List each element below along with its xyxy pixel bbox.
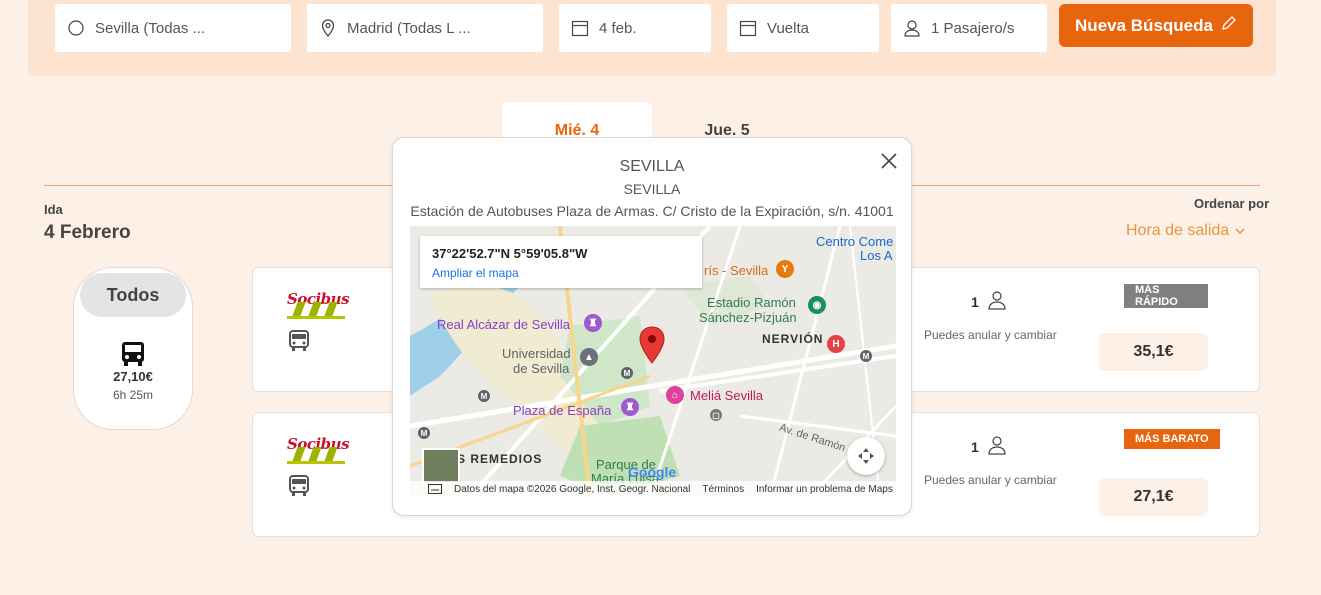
passengers-field[interactable]: 1 Pasajero/s xyxy=(891,4,1047,52)
landmark-icon[interactable]: ♜ xyxy=(621,398,639,416)
landmark-icon[interactable]: ♜ xyxy=(584,314,602,332)
filter-all-button[interactable]: Todos xyxy=(80,273,186,317)
chevron-down-icon xyxy=(1235,222,1245,240)
map-terms-link[interactable]: Términos xyxy=(702,484,744,495)
new-search-label: Nueva Búsqueda xyxy=(1075,15,1213,35)
company-logo: Socibus xyxy=(287,431,350,473)
poi-universidad-2[interactable]: de Sevilla xyxy=(513,361,569,376)
hotel-icon[interactable]: ⌂ xyxy=(666,386,684,404)
return-field[interactable]: Vuelta xyxy=(727,4,879,52)
trip-passengers: 1 xyxy=(971,290,1007,313)
sort-value: Hora de salida xyxy=(1126,222,1230,239)
direction-label: Ida xyxy=(44,202,63,217)
metro-icon[interactable]: M xyxy=(621,367,633,379)
calendar-icon xyxy=(739,19,757,37)
google-logo: Google xyxy=(628,464,677,480)
restaurant-icon[interactable]: Y xyxy=(776,260,794,278)
university-icon[interactable]: ▲ xyxy=(580,348,598,366)
satellite-thumbnail[interactable] xyxy=(422,448,460,484)
modal-title: SEVILLA xyxy=(619,158,685,175)
destination-value: Madrid (Todas L ... xyxy=(347,19,471,37)
origin-field[interactable]: Sevilla (Todas ... xyxy=(55,4,291,52)
poi-estadio[interactable]: Estadio Ramón xyxy=(707,295,796,310)
direction-date: 4 Febrero xyxy=(44,222,131,243)
modal-subtitle: SEVILLA xyxy=(623,181,681,197)
metro-icon[interactable]: M xyxy=(478,390,490,402)
google-map[interactable]: 37°22'52.7"N 5°59'05.8"W Ampliar el mapa… xyxy=(410,226,896,497)
filter-duration: 6h 25m xyxy=(112,388,154,402)
stadium-icon[interactable]: ◉ xyxy=(808,296,826,314)
map-info-popup: 37°22'52.7"N 5°59'05.8"W Ampliar el mapa xyxy=(420,236,702,288)
cancel-policy: Puedes anular y cambiar xyxy=(924,473,1057,487)
poi-paris[interactable]: rís - Sevilla xyxy=(704,263,768,278)
map-footer: Datos del mapa ©2026 Google, Inst. Geogr… xyxy=(410,481,896,497)
trip-price-button[interactable]: 35,1€ xyxy=(1099,333,1208,371)
date-value: 4 feb. xyxy=(599,19,637,37)
bus-icon xyxy=(289,475,309,502)
user-icon xyxy=(987,290,1007,313)
poi-plaza-espana[interactable]: Plaza de España xyxy=(513,403,611,418)
enlarge-map-link[interactable]: Ampliar el mapa xyxy=(432,266,519,280)
new-search-button[interactable]: Nueva Búsqueda xyxy=(1059,4,1253,47)
sort-label: Ordenar por xyxy=(1194,196,1270,211)
poi-melia[interactable]: Meliá Sevilla xyxy=(690,388,763,403)
station-map-modal: SEVILLA SEVILLA Estación de Autobuses Pl… xyxy=(392,137,912,516)
pencil-icon xyxy=(1221,15,1237,36)
user-icon xyxy=(903,19,921,37)
poi-centro[interactable]: Centro Come xyxy=(816,234,893,249)
metro-icon[interactable]: M xyxy=(418,427,430,439)
sort-dropdown[interactable]: Hora de salida xyxy=(1126,222,1245,240)
poi-los[interactable]: Los A xyxy=(860,248,893,263)
origin-value: Sevilla (Todas ... xyxy=(95,19,206,37)
metro-icon[interactable]: M xyxy=(860,350,872,362)
passenger-count: 1 xyxy=(971,438,979,455)
trip-price-button[interactable]: 27,1€ xyxy=(1099,478,1208,516)
poi-universidad[interactable]: Universidad xyxy=(502,346,571,361)
station-address: Estación de Autobuses Plaza de Armas. C/… xyxy=(410,203,894,219)
train-icon[interactable]: ▢ xyxy=(710,409,722,421)
destination-field[interactable]: Madrid (Todas L ... xyxy=(307,4,543,52)
location-pin-icon[interactable] xyxy=(639,326,665,369)
poi-estadio-2[interactable]: Sánchez-Pizjuán xyxy=(699,310,797,325)
passenger-count: 1 xyxy=(971,293,979,310)
passengers-value: 1 Pasajero/s xyxy=(931,19,1015,37)
report-problem-link[interactable]: Informar un problema de Maps xyxy=(756,484,893,495)
fullscreen-icon[interactable] xyxy=(847,437,885,475)
date-field[interactable]: 4 feb. xyxy=(559,4,711,52)
bus-icon xyxy=(289,330,309,357)
return-value: Vuelta xyxy=(767,19,809,37)
cheapest-badge: MÁS BARATO xyxy=(1124,429,1220,449)
bus-icon[interactable] xyxy=(121,341,145,372)
search-bar: Sevilla (Todas ... Madrid (Todas L ... 4… xyxy=(28,0,1276,76)
hospital-icon[interactable]: H xyxy=(827,335,845,353)
trip-passengers: 1 xyxy=(971,435,1007,458)
keyboard-icon[interactable] xyxy=(428,484,442,497)
district-nervion: NERVIÓN xyxy=(762,332,824,346)
filter-price: 27,10€ xyxy=(113,369,153,384)
map-data-credit: Datos del mapa ©2026 Google, Inst. Geogr… xyxy=(454,483,691,495)
poi-alcazar[interactable]: Real Alcázar de Sevilla xyxy=(437,317,570,332)
transport-filter: Todos 27,10€ 6h 25m xyxy=(73,267,193,430)
radio-circle-icon xyxy=(67,19,85,37)
calendar-icon xyxy=(571,19,589,37)
district-remedios: S REMEDIOS xyxy=(457,452,543,466)
location-pin-icon xyxy=(319,19,337,37)
user-icon xyxy=(987,435,1007,458)
company-logo: Socibus xyxy=(287,286,350,328)
cancel-policy: Puedes anular y cambiar xyxy=(924,328,1057,342)
coordinates: 37°22'52.7"N 5°59'05.8"W xyxy=(432,246,588,261)
fastest-badge: MÁS RÁPIDO xyxy=(1124,284,1208,308)
